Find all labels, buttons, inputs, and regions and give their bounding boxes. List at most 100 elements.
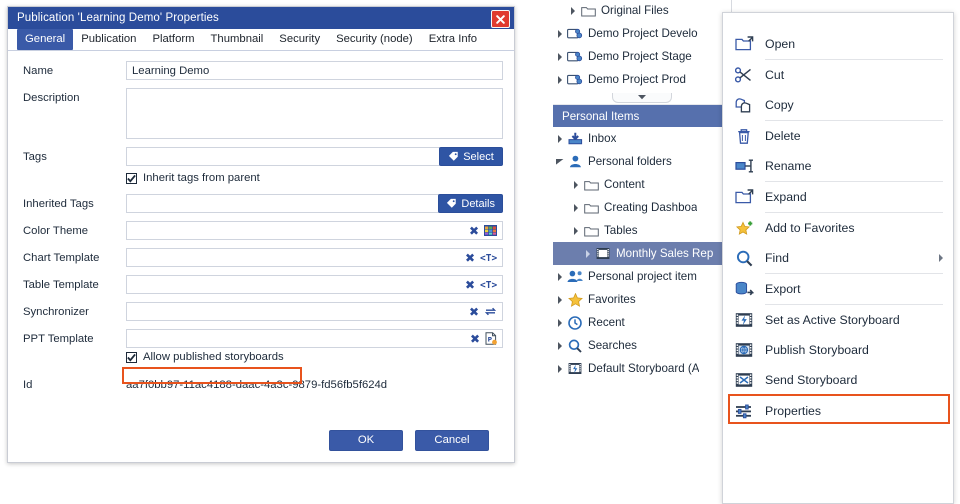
tags-select-button[interactable]: Select [439, 147, 503, 166]
field-row-inherited-tags: Inherited Tags Details [8, 194, 514, 213]
menu-item-expand[interactable]: Expand [723, 182, 953, 212]
tree-item-inbox[interactable]: Inbox [553, 127, 731, 150]
tab-thumbnail[interactable]: Thumbnail [203, 29, 272, 50]
tree-item-monthly-sales-report[interactable]: Monthly Sales Rep [553, 242, 731, 265]
template-tag-icon[interactable]: <T> [480, 279, 497, 290]
tree-item-label: Personal project item [588, 270, 697, 283]
chevron-right-icon[interactable] [553, 135, 566, 143]
tree-item-default-storyboard[interactable]: Default Storyboard (A [553, 357, 731, 380]
menu-item-cut[interactable]: Cut [723, 60, 953, 90]
chevron-right-icon[interactable] [553, 296, 566, 304]
tab-extra-info[interactable]: Extra Info [421, 29, 485, 50]
clear-icon[interactable]: ✖ [465, 280, 475, 290]
splitter-handle[interactable] [612, 93, 672, 103]
id-value: aa7f0bb97-11ac4188-daac-4a3c-9879-fd56fb… [126, 378, 387, 392]
tree-item-personal-folders[interactable]: Personal folders [553, 150, 731, 173]
context-menu: Open Cut Copy Delete Rename [722, 12, 954, 504]
clear-icon[interactable]: ✖ [469, 226, 479, 236]
screenshot-root: Publication 'Learning Demo' Properties G… [0, 0, 960, 504]
tab-platform[interactable]: Platform [144, 29, 202, 50]
tree-item-label: Searches [588, 339, 637, 352]
tree-item-demo-project-develop[interactable]: Demo Project Develo [553, 22, 731, 45]
name-input[interactable] [126, 61, 503, 80]
tree-item-creating-dashboards[interactable]: Creating Dashboa [553, 196, 731, 219]
chevron-right-icon[interactable] [553, 342, 566, 350]
tree-item-personal-project-items[interactable]: Personal project item [553, 265, 731, 288]
tab-general[interactable]: General [17, 29, 73, 50]
menu-item-set-as-active-storyboard[interactable]: Set as Active Storyboard [723, 305, 953, 335]
ok-button[interactable]: OK [329, 430, 403, 451]
menu-item-rename[interactable]: Rename [723, 151, 953, 181]
chevron-right-icon[interactable] [553, 319, 566, 327]
chevron-right-icon[interactable] [569, 181, 582, 189]
chevron-right-icon[interactable] [581, 250, 594, 258]
field-row-ppt-template: PPT Template ✖ P [8, 329, 514, 348]
chevron-down-icon [638, 95, 646, 100]
menu-item-add-to-favorites[interactable]: Add to Favorites [723, 213, 953, 243]
clock-icon [566, 316, 584, 330]
tree-item-demo-project-stage[interactable]: Demo Project Stage [553, 45, 731, 68]
tree-item-recent[interactable]: Recent [553, 311, 731, 334]
chevron-right-icon[interactable] [569, 227, 582, 235]
tree-item-demo-project-prod[interactable]: Demo Project Prod [553, 68, 731, 91]
sync-icon[interactable] [484, 306, 497, 317]
color-theme-input[interactable] [126, 221, 465, 240]
inherit-tags-checkbox[interactable] [126, 173, 137, 184]
color-palette-icon[interactable] [484, 225, 497, 236]
template-tag-icon[interactable]: <T> [480, 252, 497, 263]
menu-item-find[interactable]: Find [723, 243, 953, 273]
chevron-down-icon[interactable] [553, 159, 566, 165]
menu-item-delete[interactable]: Delete [723, 121, 953, 151]
ppt-file-icon[interactable]: P [485, 332, 497, 345]
tree-item-tables[interactable]: Tables [553, 219, 731, 242]
clear-icon[interactable]: ✖ [470, 334, 480, 344]
publish-storyboard-icon [723, 342, 765, 358]
menu-item-open[interactable]: Open [723, 29, 953, 59]
menu-item-label: Open [765, 37, 953, 51]
field-row-tags: Tags Select [8, 147, 514, 166]
ppt-template-input[interactable] [126, 329, 466, 348]
menu-item-properties[interactable]: Properties [723, 396, 953, 426]
inherited-tags-details-button[interactable]: Details [438, 194, 503, 213]
chevron-right-icon[interactable] [566, 7, 579, 15]
tags-input[interactable] [126, 147, 440, 166]
scissors-icon [723, 67, 765, 83]
clear-icon[interactable]: ✖ [469, 307, 479, 317]
tree-item-favorites[interactable]: Favorites [553, 288, 731, 311]
chevron-right-icon[interactable] [553, 273, 566, 281]
clear-icon[interactable]: ✖ [465, 253, 475, 263]
chevron-right-icon[interactable] [553, 30, 566, 38]
tree-item-label: Inbox [588, 132, 616, 145]
inbox-icon [566, 132, 584, 145]
table-template-input[interactable] [126, 275, 461, 294]
tab-publication[interactable]: Publication [73, 29, 144, 50]
tree-item-label: Personal folders [588, 155, 672, 168]
menu-item-send-storyboard[interactable]: Send Storyboard [723, 365, 953, 395]
menu-item-export[interactable]: Export [723, 274, 953, 304]
chart-template-input[interactable] [126, 248, 461, 267]
panel-splitter[interactable] [553, 91, 731, 105]
inherited-tags-input[interactable] [126, 194, 439, 213]
chevron-right-icon[interactable] [553, 53, 566, 61]
expand-folder-icon [723, 189, 765, 205]
field-row-name: Name [8, 61, 514, 80]
menu-item-copy[interactable]: Copy [723, 90, 953, 120]
close-icon[interactable] [491, 10, 510, 28]
tree-item-original-files[interactable]: Original Files [553, 0, 731, 22]
tree-item-content[interactable]: Content [553, 173, 731, 196]
chevron-right-icon[interactable] [553, 365, 566, 373]
chevron-right-icon[interactable] [553, 76, 566, 84]
people-icon [566, 270, 584, 283]
properties-icon [723, 404, 765, 419]
description-input[interactable] [126, 88, 503, 139]
menu-item-publish-storyboard[interactable]: Publish Storyboard [723, 335, 953, 365]
chevron-right-icon[interactable] [569, 204, 582, 212]
allow-published-storyboards-checkbox[interactable] [126, 352, 137, 363]
tab-security-node[interactable]: Security (node) [328, 29, 421, 50]
tab-security[interactable]: Security [271, 29, 328, 50]
tree-item-label: Favorites [588, 293, 636, 306]
cancel-button[interactable]: Cancel [415, 430, 489, 451]
synchronizer-input[interactable] [126, 302, 465, 321]
tag-icon [448, 151, 459, 162]
tree-item-searches[interactable]: Searches [553, 334, 731, 357]
